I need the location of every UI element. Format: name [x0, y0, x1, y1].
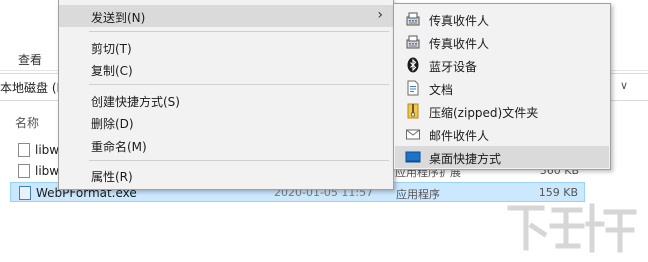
menu-item-rename[interactable]: 重命名(M): [59, 134, 393, 156]
ribbon-tab-view[interactable]: 查看: [18, 51, 42, 68]
submenu-item-label: 邮件收件人: [429, 129, 490, 143]
menu-item-send-to[interactable]: 发送到(N) ›: [59, 5, 393, 27]
file-icon: [18, 143, 30, 157]
menu-item-label: 属性(R): [91, 170, 133, 184]
file-name: libw: [35, 164, 60, 178]
send-to-bluetooth-device[interactable]: 蓝牙设备: [395, 54, 609, 76]
menu-item-label: 发送到(N): [91, 11, 146, 25]
menu-item-label: 删除(D): [91, 117, 134, 131]
address-dropdown-icon[interactable]: ∨: [620, 79, 628, 92]
bluetooth-icon: [407, 57, 419, 73]
menu-item-label: 创建快捷方式(S): [91, 95, 180, 109]
send-to-documents[interactable]: 文档: [395, 77, 609, 99]
file-type: 应用程序: [396, 188, 440, 201]
menu-item-label: 剪切(T): [91, 42, 132, 56]
menu-item-cut[interactable]: 剪切(T): [59, 36, 393, 58]
watermark-logo: [507, 203, 637, 253]
documents-icon: [407, 80, 419, 96]
submenu-item-label: 桌面快捷方式: [429, 152, 502, 166]
submenu-item-label: 传真收件人: [429, 14, 490, 28]
file-icon: [18, 164, 30, 178]
fax-icon: [406, 12, 420, 26]
exe-file-icon: [19, 186, 31, 200]
menu-separator: [89, 160, 389, 161]
column-header-name[interactable]: 名称: [15, 114, 39, 131]
submenu-item-label: 压缩(zipped)文件夹: [429, 106, 539, 120]
send-to-fax-recipient[interactable]: 传真收件人: [395, 8, 609, 30]
send-to-desktop-shortcut[interactable]: 桌面快捷方式: [395, 146, 609, 168]
submenu-item-label: 蓝牙设备: [429, 60, 478, 74]
context-menu: 发送到(N) › 剪切(T) 复制(C) 创建快捷方式(S) 删除(D) 重命名…: [58, 0, 394, 190]
desktop-icon: [405, 151, 421, 163]
menu-item-label: 复制(C): [91, 64, 133, 78]
zip-folder-icon: [407, 103, 419, 119]
menu-separator: [89, 84, 389, 85]
send-to-fax-recipient[interactable]: 传真收件人: [395, 31, 609, 53]
submenu-item-label: 文档: [429, 83, 454, 97]
menu-item-properties[interactable]: 属性(R): [59, 164, 393, 186]
menu-item-delete[interactable]: 删除(D): [59, 111, 393, 133]
send-to-zip-folder[interactable]: 压缩(zipped)文件夹: [395, 100, 609, 122]
send-to-submenu: 传真收件人 传真收件人 蓝牙设备 文档 压缩(zipped)文件夹 邮件收件人 …: [393, 3, 611, 170]
menu-item-copy[interactable]: 复制(C): [59, 58, 393, 80]
menu-item-create-shortcut[interactable]: 创建快捷方式(S): [59, 89, 393, 111]
menu-item-label: 重命名(M): [91, 140, 147, 154]
send-to-mail-recipient[interactable]: 邮件收件人: [395, 123, 609, 145]
mail-icon: [406, 129, 420, 140]
submenu-item-label: 传真收件人: [429, 37, 490, 51]
file-name: libw: [35, 143, 60, 157]
fax-icon: [406, 35, 420, 49]
menu-separator: [89, 31, 389, 32]
submenu-arrow-icon: ›: [377, 7, 383, 23]
